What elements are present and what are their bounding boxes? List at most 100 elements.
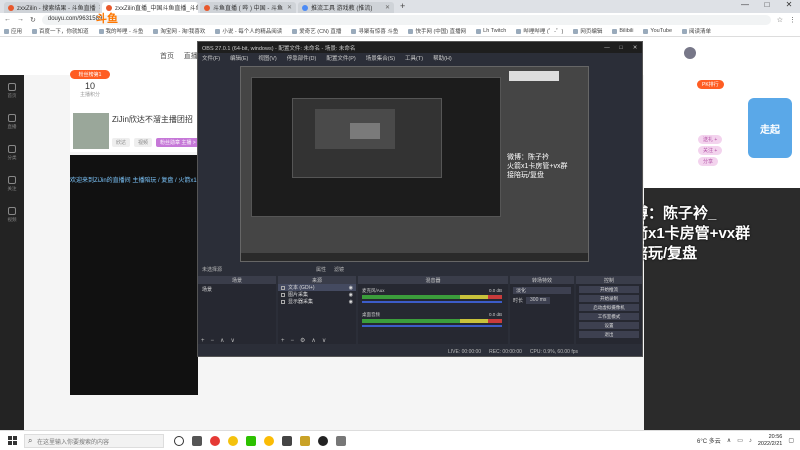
virtual-camera-button[interactable]: 启动虚拟摄像机 (579, 304, 639, 311)
source-item[interactable]: 图片采集 ◉ (278, 291, 356, 298)
start-button[interactable] (0, 431, 24, 450)
add-icon[interactable]: + (281, 338, 285, 344)
up-icon[interactable]: ∧ (220, 337, 224, 344)
duration-input[interactable]: 300 ms (526, 297, 551, 304)
sidebar-item-category[interactable]: 分类 (0, 137, 24, 168)
chevron-up-icon[interactable]: ∧ (727, 437, 731, 444)
forward-icon[interactable]: → (17, 16, 24, 23)
bookmark-item[interactable]: Lh Twitch (476, 28, 506, 34)
volume-icon[interactable]: ♪ (749, 438, 752, 444)
url-field[interactable]: douyu.com/9631589 (41, 14, 771, 25)
studio-mode-button[interactable]: 工作室模式 (579, 313, 639, 320)
back-icon[interactable]: ← (4, 16, 11, 23)
taskbar-search[interactable]: 在这里输入你要搜索的内容 (24, 433, 164, 448)
promo-banner[interactable]: 走起 (748, 98, 792, 158)
obs-menu-item[interactable]: 场景集合(S) (366, 54, 395, 62)
bookmark-item[interactable]: Bilibili (612, 28, 633, 34)
sidebar-item-home[interactable]: 首页 (0, 75, 24, 106)
close-icon[interactable]: ✕ (287, 4, 292, 11)
notification-icon[interactable]: ▢ (788, 437, 794, 444)
gift-button[interactable]: 送礼 + (698, 135, 723, 144)
netease-music-icon[interactable] (210, 435, 220, 446)
obs-menu-item[interactable]: 帮助(H) (433, 54, 452, 62)
wechat-icon[interactable] (246, 435, 256, 446)
remove-icon[interactable]: − (291, 338, 295, 344)
video-player[interactable] (70, 155, 198, 395)
bookmark-item[interactable]: 我的哔哩 - 斗鱼 (98, 27, 143, 35)
settings-button[interactable]: 设置 (579, 322, 639, 329)
close-icon[interactable]: ✕ (385, 4, 390, 11)
bookmark-item[interactable]: YouTube (643, 28, 672, 34)
volume-slider[interactable] (362, 301, 502, 303)
fan-medal-tag[interactable]: 粉丝勋章 主播 > (156, 138, 200, 147)
task-view-icon[interactable] (192, 435, 202, 446)
menu-icon[interactable]: ⋮ (789, 16, 796, 24)
minimize-button[interactable]: — (734, 0, 756, 9)
bookmark-item[interactable]: 淘宝网 - 淘!我喜欢 (153, 27, 205, 35)
eye-icon[interactable]: ◉ (349, 299, 356, 305)
streamer-avatar[interactable] (73, 113, 109, 149)
start-recording-button[interactable]: 开始录制 (579, 295, 639, 302)
weather-widget[interactable]: 6°C 多云 (697, 436, 721, 445)
maximize-button[interactable]: □ (756, 0, 778, 9)
obs-close-button[interactable]: ✕ (628, 45, 642, 51)
up-icon[interactable]: ∧ (311, 337, 315, 344)
obs-menu-item[interactable]: 停靠部件(D) (287, 54, 317, 62)
obs-maximize-button[interactable]: □ (614, 45, 628, 51)
nav-item[interactable]: 直播 (184, 53, 198, 60)
scene-item[interactable]: 场景 (202, 286, 212, 293)
obs-menu-item[interactable]: 配置文件(P) (326, 54, 355, 62)
source-item[interactable]: 显示器采集 ◉ (278, 298, 356, 305)
sidebar-item-follow[interactable]: 关注 (0, 168, 24, 199)
eye-icon[interactable]: ◉ (349, 292, 356, 298)
clock[interactable]: 20:56 2022/2/21 (758, 434, 782, 448)
obs-menu-item[interactable]: 视图(V) (258, 54, 276, 62)
bookmark-item[interactable]: 百度一下，你就知道 (32, 27, 89, 35)
share-button[interactable]: 分享 (698, 157, 719, 166)
gear-icon[interactable]: ⚙ (300, 337, 305, 344)
cortana-icon[interactable] (174, 435, 184, 446)
browser-tab[interactable]: 斗鱼直播 ( 哔 ) 中国 - 斗鱼 ✕ (200, 2, 296, 13)
properties-button[interactable]: 属性 (316, 266, 326, 273)
bookmark-item[interactable]: 爱奇艺 (CN) 直播 (292, 27, 341, 35)
obs-preview[interactable]: 微博：陈子衿 火箭x1卡房管+vx群 接陪玩/复盘 (240, 66, 589, 262)
bookmark-item[interactable]: 哔哩哔哩 (゜-゜) (516, 27, 563, 35)
transition-select[interactable]: 淡化 (513, 287, 571, 294)
obs-menu-item[interactable]: 文件(F) (202, 54, 220, 62)
nav-item[interactable]: 首页 (160, 53, 174, 60)
room-tag[interactable]: 视频 (134, 138, 153, 147)
app-icon[interactable] (228, 435, 238, 446)
obs-minimize-button[interactable]: — (600, 45, 614, 51)
room-tag[interactable]: 欣达 (112, 138, 131, 147)
obs-menu-item[interactable]: 编辑(E) (230, 54, 248, 62)
pk-rank-badge[interactable]: PK排行 (697, 80, 724, 89)
eye-icon[interactable]: ◉ (349, 285, 356, 291)
user-avatar[interactable] (684, 47, 696, 59)
app-icon[interactable] (300, 435, 310, 446)
down-icon[interactable]: ∨ (230, 337, 234, 344)
bookmark-item[interactable]: 寻聚有惊喜 斗鱼 (351, 27, 398, 35)
chrome-icon[interactable] (264, 435, 274, 446)
bookmark-item[interactable]: 应用 (4, 27, 22, 35)
sidebar-item-video[interactable]: 视频 (0, 199, 24, 230)
source-item[interactable]: 文本 (GDI+) ◉ (278, 284, 356, 291)
follow-button[interactable]: 关注 + (698, 146, 723, 155)
down-icon[interactable]: ∨ (322, 337, 326, 344)
browser-tab[interactable]: 推流工具 游戏教 (推流) ✕ (298, 2, 394, 13)
app-icon[interactable] (336, 435, 346, 446)
start-streaming-button[interactable]: 开始推流 (579, 286, 639, 293)
file-explorer-icon[interactable] (282, 435, 292, 446)
filters-button[interactable]: 滤镜 (334, 266, 344, 273)
bookmark-item[interactable]: 小说 - 每个人的精品阅读 (215, 27, 282, 35)
reload-icon[interactable]: ↻ (30, 16, 36, 24)
bookmark-item[interactable]: 快手网 (中国) 直播网 (408, 27, 466, 35)
remove-icon[interactable]: − (211, 338, 215, 344)
browser-tab[interactable]: zxxZilin - 搜索结果 - 斗鱼直播✕ (4, 2, 100, 13)
douyu-logo[interactable]: 斗鱼 (96, 10, 118, 26)
volume-slider[interactable] (362, 325, 502, 327)
exit-button[interactable]: 退出 (579, 331, 639, 338)
obs-icon[interactable] (318, 435, 328, 446)
bookmark-item[interactable]: 阅读清单 (682, 27, 711, 35)
add-icon[interactable]: + (201, 338, 205, 344)
sidebar-item-live[interactable]: 直播 (0, 106, 24, 137)
